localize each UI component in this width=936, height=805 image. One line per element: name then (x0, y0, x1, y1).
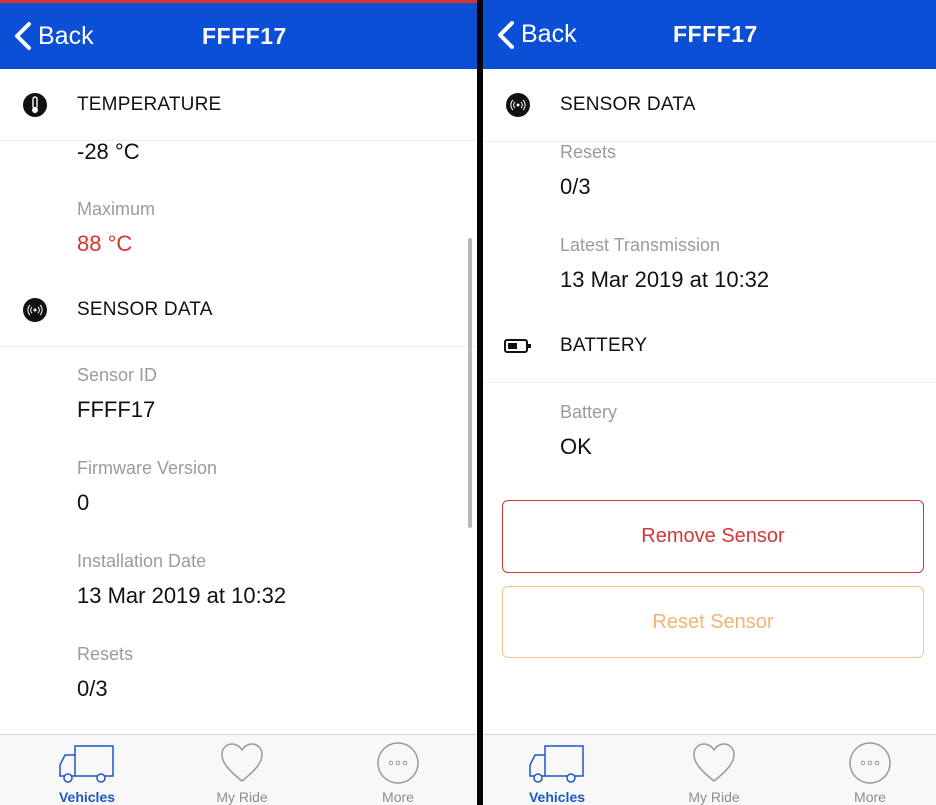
max-temperature-value: 88 °C (77, 231, 133, 256)
tab-label: More (854, 789, 886, 805)
sensor-data-header: SENSOR DATA (0, 293, 477, 327)
tab-my-ride[interactable]: My Ride (664, 735, 764, 805)
field-label: Installation Date (77, 551, 207, 571)
field-value: 13 Mar 2019 at 10:32 (77, 583, 287, 608)
tab-label: More (382, 789, 414, 805)
nav-bar: Back FFFF17 (0, 3, 477, 69)
heart-icon (221, 743, 263, 782)
page-title: FFFF17 (673, 21, 758, 47)
battery-value: OK (560, 434, 592, 459)
field-label: Firmware Version (77, 458, 218, 478)
temperature-header: TEMPERATURE (0, 88, 477, 122)
max-temperature-label: Maximum (77, 199, 156, 219)
chevron-left-icon (498, 20, 514, 49)
tab-vehicles[interactable]: Vehicles (507, 735, 607, 805)
tab-bar: Vehicles My Ride More (483, 734, 936, 805)
back-label: Back (38, 21, 94, 50)
remove-sensor-button[interactable]: Remove Sensor (502, 500, 924, 573)
divider (0, 346, 477, 347)
field-label: Resets (77, 644, 134, 664)
truck-icon (529, 745, 584, 783)
divider (0, 140, 477, 141)
field-value: 0 (77, 490, 90, 515)
section-title: TEMPERATURE (77, 94, 222, 115)
more-icon (849, 742, 891, 784)
heart-icon (693, 743, 735, 782)
sensor-signal-icon (503, 90, 533, 120)
chevron-left-icon (15, 22, 31, 50)
section-title: SENSOR DATA (77, 299, 213, 320)
tab-my-ride[interactable]: My Ride (192, 735, 292, 805)
scrollbar[interactable] (468, 238, 472, 528)
field-label: Resets (560, 142, 617, 162)
field-value: 0/3 (77, 676, 108, 701)
reset-sensor-button[interactable]: Reset Sensor (502, 586, 924, 658)
tab-label: My Ride (216, 789, 268, 805)
tab-label: Vehicles (528, 789, 586, 805)
battery-label: Battery (560, 402, 618, 422)
page-title: FFFF17 (202, 22, 287, 49)
more-icon (377, 742, 419, 784)
back-label: Back (521, 20, 577, 48)
field-value: FFFF17 (77, 397, 156, 422)
field-value: 13 Mar 2019 at 10:32 (560, 267, 770, 292)
section-title: SENSOR DATA (560, 94, 696, 115)
tab-label: Vehicles (58, 789, 116, 805)
field-value: 0/3 (560, 174, 591, 199)
sensor-signal-icon (20, 295, 50, 325)
left-screen: Back FFFF17 TEMPERATURE -28 °C Maximum 8… (0, 0, 477, 805)
battery-header: BATTERY (483, 329, 936, 363)
min-temperature-value: -28 °C (77, 139, 140, 164)
tab-bar: Vehicles My Ride More (0, 734, 477, 805)
divider (483, 141, 936, 142)
sensor-data-header: SENSOR DATA (483, 88, 936, 122)
tab-more[interactable]: More (820, 735, 920, 805)
tab-label: My Ride (688, 789, 740, 805)
tab-more[interactable]: More (348, 735, 448, 805)
field-label: Sensor ID (77, 365, 158, 385)
back-button[interactable]: Back (14, 3, 94, 69)
divider (483, 382, 936, 383)
right-screen: Back FFFF17 SENSOR DATA Resets 0/3 Lates… (483, 0, 936, 805)
section-title: BATTERY (560, 335, 648, 356)
battery-icon (503, 331, 533, 361)
tab-vehicles[interactable]: Vehicles (37, 735, 137, 805)
back-button[interactable]: Back (497, 0, 577, 69)
truck-icon (59, 745, 114, 783)
field-label: Latest Transmission (560, 235, 721, 255)
thermometer-icon (20, 90, 50, 120)
nav-bar: Back FFFF17 (483, 0, 936, 69)
